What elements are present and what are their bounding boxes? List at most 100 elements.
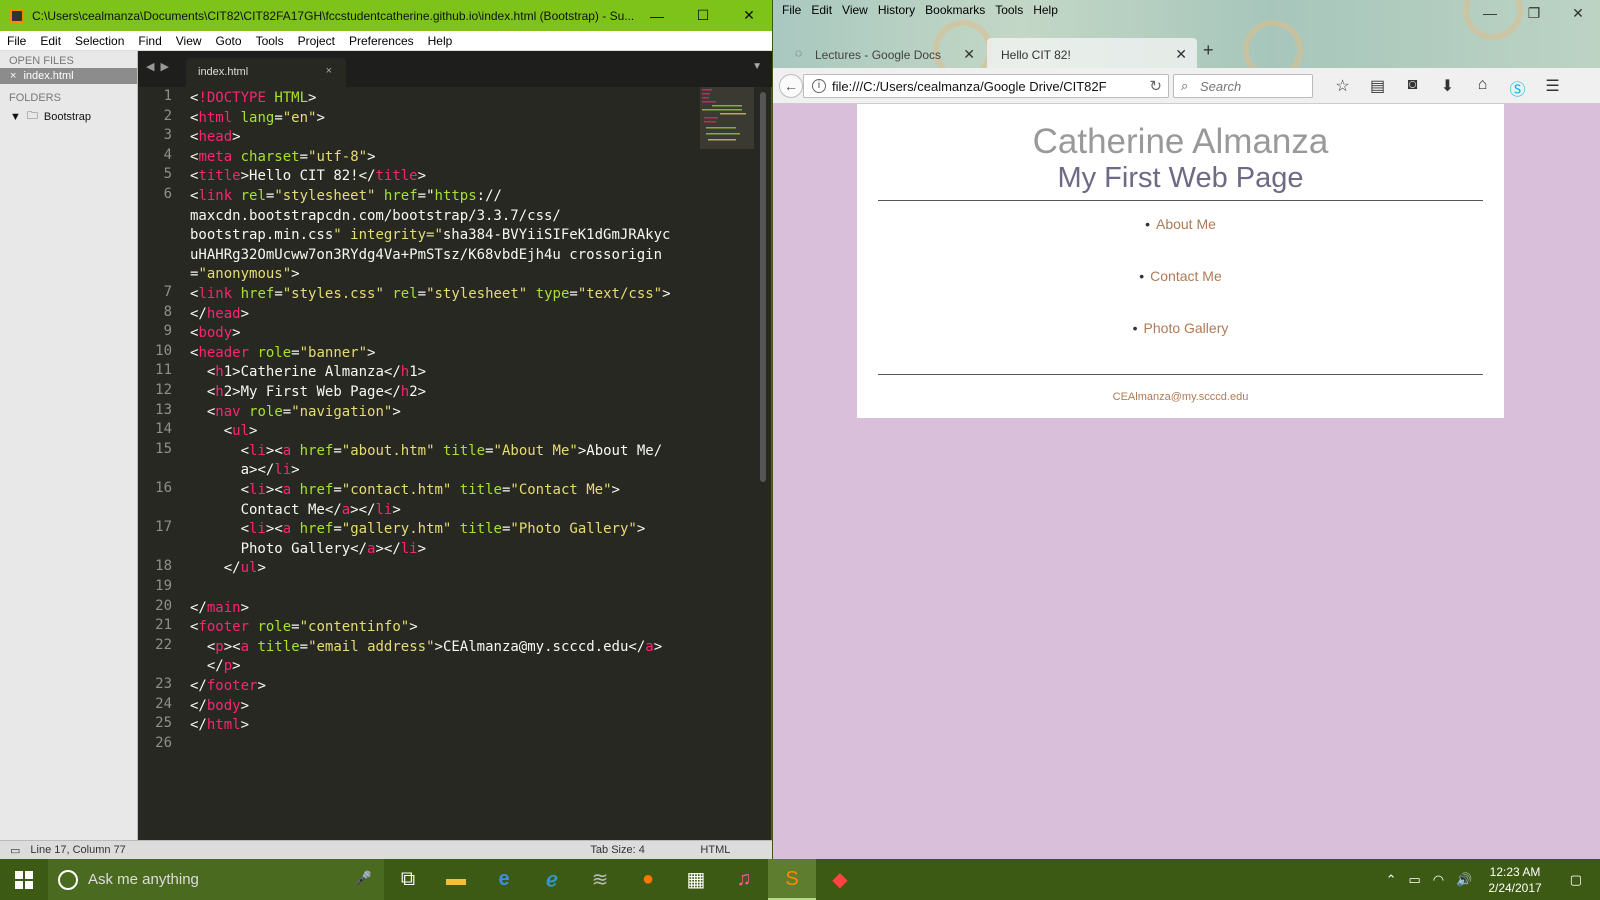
nav-link-gallery[interactable]: Photo Gallery (1144, 320, 1229, 336)
battery-icon[interactable]: ▭ (1402, 872, 1426, 888)
ff-menu-view[interactable]: View (837, 3, 873, 17)
skype-icon[interactable]: Ⓢ (1500, 76, 1535, 100)
menu-help[interactable]: Help (421, 34, 460, 48)
code-line[interactable]: <nav role="navigation"> (190, 402, 401, 422)
menu-selection[interactable]: Selection (68, 34, 131, 48)
sidebar-open-file[interactable]: × index.html (0, 68, 137, 84)
expand-arrow-icon[interactable]: ▼ (10, 111, 21, 123)
menu-tools[interactable]: Tools (249, 34, 291, 48)
sidebar-folder[interactable]: ▼ 🗀 Bootstrap (0, 105, 137, 128)
code-line[interactable]: <p><a title="email address">CEAlmanza@my… (190, 637, 662, 657)
code-line[interactable]: </footer> (190, 676, 266, 696)
tab-close-icon[interactable]: × (326, 65, 332, 77)
ff-menu-bookmarks[interactable]: Bookmarks (920, 3, 990, 17)
code-line[interactable]: <meta charset="utf-8"> (190, 147, 376, 167)
maximize-button[interactable]: ☐ (680, 0, 726, 31)
tab-nav-arrows-icon[interactable]: ◀▶ (146, 60, 175, 73)
info-icon[interactable]: i (812, 79, 826, 93)
code-line[interactable]: <li><a href="contact.htm" title="Contact… (190, 480, 620, 500)
back-button[interactable]: ← (779, 74, 803, 98)
hamburger-menu-icon[interactable]: ☰ (1535, 76, 1570, 100)
edge-icon[interactable]: e (480, 859, 528, 900)
code-line[interactable]: <link href="styles.css" rel="stylesheet"… (190, 284, 671, 304)
code-line[interactable]: </ul> (190, 558, 266, 578)
code-line[interactable]: <h1>Catherine Almanza</h1> (190, 362, 426, 382)
ff-menu-file[interactable]: File (777, 3, 806, 17)
ff-menu-history[interactable]: History (873, 3, 920, 17)
code-editor[interactable]: <!DOCTYPE HTML> <html lang="en"> <head> <me… (190, 87, 705, 840)
code-line[interactable]: </head> (190, 304, 249, 324)
volume-icon[interactable]: 🔊 (1450, 872, 1478, 888)
code-line[interactable]: <head> (190, 127, 241, 147)
code-line[interactable]: <li><a href="about.htm" title="About Me"… (190, 441, 663, 461)
internet-explorer-icon[interactable]: ℯ (528, 859, 576, 900)
code-line[interactable]: bootstrap.min.css" integrity="sha384-BVY… (190, 225, 670, 245)
console-icon[interactable]: ▭ (10, 844, 20, 857)
syntax-indicator[interactable]: HTML (700, 844, 730, 856)
tab-lectures[interactable]: ◌ Lectures - Google Docs ✕ (785, 38, 985, 68)
menu-file[interactable]: File (0, 34, 33, 48)
microphone-icon[interactable]: 🎤 (355, 870, 372, 887)
tab-hello-cit82[interactable]: Hello CIT 82! ✕ (987, 38, 1197, 68)
code-line[interactable]: <body> (190, 323, 241, 343)
reload-icon[interactable]: ↻ (1149, 77, 1162, 95)
code-line[interactable]: <footer role="contentinfo"> (190, 617, 418, 637)
search-input[interactable]: ⌕ Search (1173, 74, 1313, 98)
cortana-search-box[interactable]: Ask me anything 🎤 (48, 859, 384, 900)
code-line[interactable]: Contact Me</a></li> (190, 500, 401, 520)
ff-menu-help[interactable]: Help (1028, 3, 1063, 17)
code-line[interactable]: </p> (190, 656, 241, 676)
file-explorer-icon[interactable]: ▬ (432, 859, 480, 900)
download-icon[interactable]: ⬇ (1430, 76, 1465, 100)
code-line[interactable]: Photo Gallery</a></li> (190, 539, 426, 559)
ff-menu-edit[interactable]: Edit (806, 3, 837, 17)
wifi-icon[interactable]: ◠ (1427, 872, 1450, 888)
menu-goto[interactable]: Goto (209, 34, 249, 48)
calculator-icon[interactable]: ▦ (672, 859, 720, 900)
sublime-taskbar-icon[interactable]: S (768, 859, 816, 900)
new-tab-button[interactable]: + (1203, 40, 1214, 61)
code-line[interactable]: <link rel="stylesheet" href="https:// (190, 186, 502, 206)
close-file-icon[interactable]: × (10, 70, 16, 82)
home-icon[interactable]: ⌂ (1465, 76, 1500, 100)
menu-project[interactable]: Project (291, 34, 342, 48)
ff-close-button[interactable]: ✕ (1556, 0, 1600, 26)
minimize-button[interactable]: — (634, 0, 680, 31)
app-icon[interactable]: ≋ (576, 859, 624, 900)
start-button[interactable] (0, 859, 48, 900)
bookmark-star-icon[interactable]: ☆ (1325, 76, 1360, 100)
tab-size-indicator[interactable]: Tab Size: 4 (590, 844, 700, 856)
code-line[interactable]: </body> (190, 696, 249, 716)
footer-email-link[interactable]: CEAlmanza@my.scccd.edu (857, 391, 1504, 403)
code-line[interactable]: ="anonymous"> (190, 264, 300, 284)
git-icon[interactable]: ◆ (816, 859, 864, 900)
code-line[interactable]: <html lang="en"> (190, 108, 325, 128)
code-line[interactable]: <ul> (190, 421, 258, 441)
code-line[interactable]: </main> (190, 598, 249, 618)
code-line[interactable]: <h2>My First Web Page</h2> (190, 382, 426, 402)
tab-close-icon[interactable]: ✕ (1175, 46, 1187, 63)
bookmarks-list-icon[interactable]: ▤ (1360, 76, 1395, 100)
ff-restore-button[interactable]: ❐ (1512, 0, 1556, 26)
clock[interactable]: 12:23 AM 2/24/2017 (1478, 864, 1551, 896)
code-line[interactable]: uHAHRg32OmUcww7on3RYdg4Va+PmSTsz/K68vbdE… (190, 245, 662, 265)
firefox-icon[interactable]: ● (624, 859, 672, 900)
code-line[interactable]: </html> (190, 715, 249, 735)
menu-view[interactable]: View (169, 34, 209, 48)
ff-menu-tools[interactable]: Tools (990, 3, 1028, 17)
editor-scrollbar[interactable] (760, 92, 766, 482)
code-line[interactable]: a></li> (190, 460, 300, 480)
pocket-icon[interactable]: ◙ (1395, 76, 1430, 100)
nav-link-about[interactable]: About Me (1156, 216, 1216, 232)
close-button[interactable]: ✕ (726, 0, 772, 31)
code-line[interactable]: maxcdn.bootstrapcdn.com/bootstrap/3.3.7/… (190, 206, 561, 226)
minimap[interactable] (700, 87, 758, 157)
menu-find[interactable]: Find (131, 34, 168, 48)
tab-menu-icon[interactable]: ▼ (752, 61, 762, 72)
menu-edit[interactable]: Edit (33, 34, 68, 48)
tray-chevron-icon[interactable]: ⌃ (1380, 872, 1403, 888)
tab-close-icon[interactable]: ✕ (963, 46, 975, 63)
tab-index-html[interactable]: index.html × (186, 58, 346, 87)
itunes-icon[interactable]: ♫ (720, 859, 768, 900)
menu-preferences[interactable]: Preferences (342, 34, 421, 48)
